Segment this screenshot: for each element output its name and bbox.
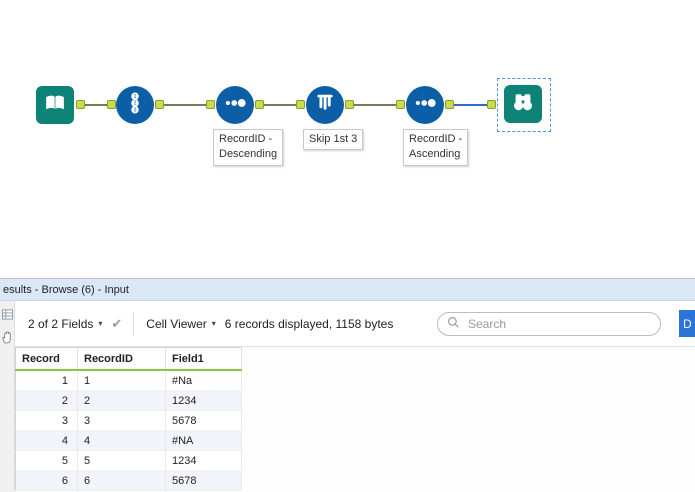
records-info: 6 records displayed, 1158 bytes (224, 316, 394, 331)
cell[interactable]: 6 (77, 470, 166, 491)
sort-icon (410, 88, 440, 123)
cell[interactable]: 1234 (165, 450, 242, 471)
results-panel: esults - Browse (6) - Input 2 of 2 Field… (0, 278, 695, 492)
input-anchor[interactable] (396, 100, 405, 109)
svg-text:3: 3 (134, 107, 137, 113)
cell[interactable]: 2 (15, 390, 78, 411)
search-input[interactable] (466, 315, 651, 332)
table-row[interactable]: 4 4 #NA (15, 430, 242, 451)
search-box[interactable] (437, 311, 661, 336)
browse-binoculars-icon (509, 88, 537, 121)
alteryx-window: 1 2 3 RecordID - Descending Skip 1st 3 R… (0, 0, 695, 492)
cell[interactable]: 3 (15, 410, 78, 431)
cell[interactable]: #NA (165, 430, 242, 451)
results-grid-area: Record RecordID Field1 1 1 #Na 2 2 1234 … (15, 347, 695, 492)
tool-annotation: RecordID - Descending (213, 129, 284, 166)
cell[interactable]: 4 (15, 430, 78, 451)
input-anchor[interactable] (206, 100, 215, 109)
fields-dropdown[interactable]: 2 of 2 Fields ▾ (23, 313, 107, 335)
cell[interactable]: 5678 (165, 410, 242, 431)
cell[interactable]: 1 (15, 370, 78, 391)
sample-icon (310, 88, 340, 123)
chevron-down-icon: ▾ (98, 319, 103, 328)
chevron-down-icon: ▾ (211, 319, 216, 328)
svg-text:2: 2 (134, 100, 137, 106)
apply-check-icon[interactable]: ✔ (111, 316, 122, 332)
sort-icon (220, 88, 250, 123)
tool-record-id[interactable]: 1 2 3 (116, 86, 154, 124)
output-anchor[interactable] (155, 100, 164, 109)
tool-annotation: RecordID - Ascending (403, 129, 469, 166)
output-anchor[interactable] (76, 100, 85, 109)
column-header[interactable]: Field1 (165, 347, 242, 371)
cell[interactable]: 5 (77, 450, 166, 471)
table-header-row: Record RecordID Field1 (15, 347, 242, 371)
connection-wire[interactable] (264, 104, 296, 106)
table-view-icon[interactable] (1, 307, 13, 325)
table-row[interactable]: 3 3 5678 (15, 410, 242, 431)
table-row[interactable]: 6 6 5678 (15, 470, 242, 491)
pan-hand-icon[interactable] (2, 331, 13, 349)
output-anchor[interactable] (255, 100, 264, 109)
svg-text:1: 1 (134, 93, 137, 99)
connection-wire[interactable] (354, 104, 396, 106)
input-data-icon (41, 89, 69, 122)
column-header[interactable]: RecordID (77, 347, 166, 371)
search-icon (447, 316, 460, 332)
table-row[interactable]: 5 5 1234 (15, 450, 242, 471)
cell[interactable]: 3 (77, 410, 166, 431)
cell[interactable]: 4 (77, 430, 166, 451)
tool-browse[interactable] (504, 85, 542, 123)
cell[interactable]: 1234 (165, 390, 242, 411)
table-row[interactable]: 1 1 #Na (15, 370, 242, 391)
table-row[interactable]: 2 2 1234 (15, 390, 242, 411)
cell[interactable]: 2 (77, 390, 166, 411)
cell[interactable]: 5 (15, 450, 78, 471)
toolbar-separator (133, 311, 135, 336)
connection-wire[interactable] (164, 104, 206, 106)
results-table: Record RecordID Field1 1 1 #Na 2 2 1234 … (15, 347, 242, 491)
cell[interactable]: 6 (15, 470, 78, 491)
tool-sort-ascending[interactable] (406, 86, 444, 124)
tool-sample[interactable] (306, 86, 344, 124)
output-anchor[interactable] (445, 100, 454, 109)
output-anchor[interactable] (345, 100, 354, 109)
cell[interactable]: 5678 (165, 470, 242, 491)
results-left-toolbar (0, 301, 15, 492)
data-action-button[interactable]: D (679, 310, 695, 337)
connection-wire-selected[interactable] (454, 104, 487, 106)
tool-sort-descending[interactable] (216, 86, 254, 124)
results-title: esults - Browse (6) - Input (3, 283, 129, 296)
input-anchor[interactable] (296, 100, 305, 109)
workflow-canvas[interactable]: 1 2 3 RecordID - Descending Skip 1st 3 R… (0, 0, 695, 278)
cell-viewer-dropdown[interactable]: Cell Viewer ▾ (141, 313, 220, 335)
input-anchor[interactable] (107, 100, 116, 109)
record-id-icon: 1 2 3 (120, 88, 150, 123)
column-header[interactable]: Record (15, 347, 78, 371)
results-header: esults - Browse (6) - Input (0, 279, 695, 301)
input-anchor[interactable] (487, 100, 496, 109)
tool-input-data[interactable] (36, 86, 74, 124)
results-toolbar: 2 of 2 Fields ▾ ✔ Cell Viewer ▾ 6 record… (15, 301, 695, 347)
connection-wire[interactable] (85, 104, 107, 106)
cell[interactable]: 1 (77, 370, 166, 391)
cell[interactable]: #Na (165, 370, 242, 391)
tool-annotation: Skip 1st 3 (303, 129, 364, 151)
